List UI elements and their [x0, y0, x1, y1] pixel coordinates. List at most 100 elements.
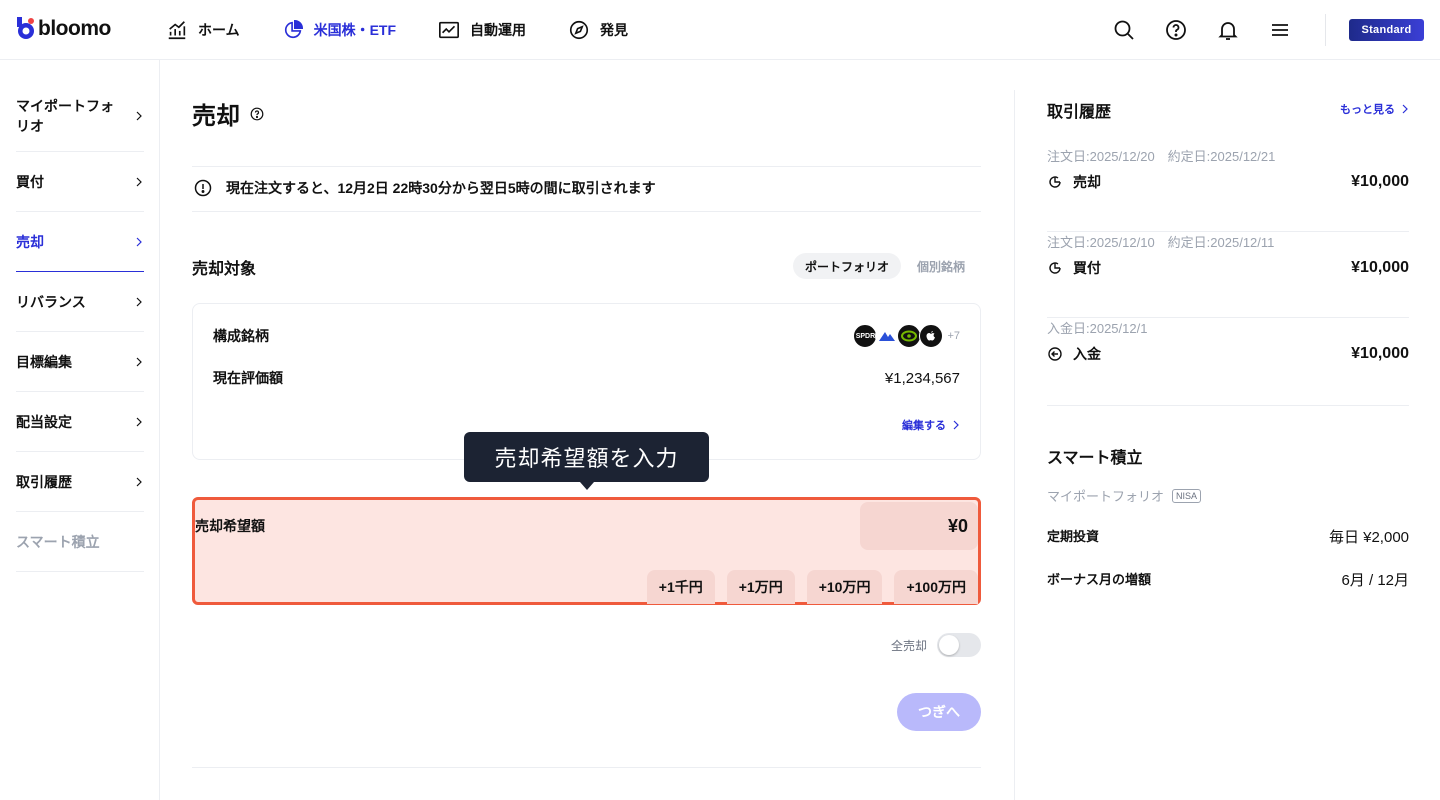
trade-history-section: 取引履歴 もっと見る 注文日:2025/12/20 約定日:2025/12/21… [1047, 98, 1409, 406]
alert-circle-icon [194, 179, 212, 197]
spdr-logo: SPDR [853, 324, 878, 348]
next-button[interactable]: つぎへ [897, 693, 981, 731]
sell-target-tabs: ポートフォリオ 個別銘柄 [793, 253, 977, 279]
history-item[interactable]: 注文日:2025/12/10 約定日:2025/12/11 買付 ¥10,000 [1047, 232, 1409, 318]
input-tooltip: 売却希望額を入力 [464, 432, 709, 490]
sidebar-item-label: 目標編集 [16, 353, 72, 370]
edit-portfolio-link[interactable]: 編集する [902, 417, 960, 433]
sell-all-toggle[interactable] [937, 633, 981, 657]
history-type-label: 売却 [1073, 174, 1101, 190]
history-item[interactable]: 注文日:2025/12/20 約定日:2025/12/21 売却 ¥10,000 [1047, 146, 1409, 232]
history-amount: ¥10,000 [1351, 173, 1409, 190]
sidebar-item-rebalance[interactable]: リバランス [16, 272, 144, 332]
history-row: 売却 ¥10,000 [1047, 172, 1409, 192]
add-1k-button[interactable]: +1千円 [646, 570, 715, 604]
add-1m-button[interactable]: +100万円 [894, 570, 978, 604]
bonus-increase-value: 6月 / 12月 [1341, 572, 1409, 589]
nav-home[interactable]: ホーム [166, 19, 240, 41]
history-item[interactable]: 入金日:2025/12/1 入金 ¥10,000 [1047, 318, 1409, 406]
history-type: 売却 [1047, 172, 1101, 192]
add-100k-button[interactable]: +10万円 [806, 570, 883, 604]
see-more-label: もっと見る [1340, 104, 1395, 116]
smart-accumulation-sub: マイポートフォリオ NISA [1047, 486, 1202, 505]
tab-individual-stock[interactable]: 個別銘柄 [905, 253, 977, 279]
sidebar: マイポートフォリオ 買付 売却 リバランス 目標編集 配当設定 取引履歴 スマー… [0, 60, 160, 800]
bonus-increase-label: ボーナス月の増額 [1047, 572, 1152, 587]
chevron-right-icon [136, 297, 142, 306]
sidebar-item-label: スマート積立 [16, 533, 100, 550]
regular-investment-label: 定期投資 [1047, 529, 1100, 544]
sidebar-item-label: 配当設定 [16, 413, 72, 430]
history-row: 入金 ¥10,000 [1047, 344, 1409, 364]
sell-amount-input[interactable]: ¥0 [860, 502, 978, 550]
help-icon[interactable] [1164, 18, 1188, 42]
buy-cycle-icon [1049, 262, 1061, 274]
nav-auto-invest-label: 自動運用 [470, 22, 527, 38]
menu-icon[interactable] [1268, 18, 1292, 42]
history-row: 買付 ¥10,000 [1047, 258, 1409, 278]
sidebar-item-sell[interactable]: 売却 [16, 212, 144, 272]
sell-all-label: 全売却 [890, 638, 927, 653]
history-amount: ¥10,000 [1351, 259, 1409, 276]
plan-badge[interactable]: Standard [1349, 19, 1424, 41]
right-panel: 取引履歴 もっと見る 注文日:2025/12/20 約定日:2025/12/21… [1014, 90, 1440, 800]
nav-auto-invest[interactable]: 自動運用 [438, 19, 526, 41]
bloomo-logo[interactable]: bloomo [16, 17, 111, 41]
chevron-right-icon [136, 237, 142, 246]
history-type-label: 入金 [1073, 346, 1101, 362]
header-actions [1112, 18, 1292, 42]
sidebar-item-label: 売却 [16, 233, 44, 250]
portfolio-name: マイポートフォリオ [1047, 489, 1165, 504]
deposit-icon [1048, 347, 1062, 361]
sell-amount-field[interactable]: 売却希望額 ¥0 +1千円 +1万円 +10万円 +100万円 [192, 497, 981, 605]
see-more-link[interactable]: もっと見る [1340, 101, 1409, 117]
main-nav: ホーム 米国株・ETF 自動運用 発見 [166, 0, 670, 60]
bonus-increase-row: ボーナス月の増額 6月 / 12月 [1047, 569, 1409, 590]
history-type: 買付 [1047, 258, 1101, 278]
sell-amount-label: 売却希望額 [195, 518, 265, 534]
help-icon[interactable] [250, 107, 264, 121]
sidebar-item-buy[interactable]: 買付 [16, 152, 144, 212]
pie-chart-icon [284, 20, 303, 39]
search-icon[interactable] [1112, 18, 1136, 42]
history-amount: ¥10,000 [1351, 345, 1409, 362]
regular-investment-row: 定期投資 毎日 ¥2,000 [1047, 526, 1409, 547]
chart-up-icon [168, 21, 186, 40]
sell-all-row: 全売却 [891, 633, 981, 657]
sidebar-item-dividend-settings[interactable]: 配当設定 [16, 392, 144, 452]
nav-us-stocks-etf[interactable]: 米国株・ETF [282, 19, 396, 41]
sell-cycle-icon [1049, 176, 1061, 188]
sidebar-item-label: 取引履歴 [16, 473, 72, 490]
increment-buttons: +1千円 +1万円 +10万円 +100万円 [646, 570, 978, 604]
holdings-row: 構成銘柄 SPDR +7 [213, 324, 960, 348]
sidebar-item-my-portfolio[interactable]: マイポートフォリオ [16, 80, 144, 152]
nav-discover[interactable]: 発見 [568, 19, 628, 41]
history-dates: 注文日:2025/12/10 約定日:2025/12/11 [1047, 235, 1275, 250]
add-10k-button[interactable]: +1万円 [726, 570, 795, 604]
tab-portfolio[interactable]: ポートフォリオ [793, 253, 902, 279]
nav-us-stocks-etf-label: 米国株・ETF [313, 22, 397, 38]
nisa-badge: NISA [1172, 488, 1202, 503]
sidebar-item-smart-accumulation[interactable]: スマート積立 [16, 512, 144, 572]
regular-investment-value: 毎日 ¥2,000 [1328, 529, 1409, 546]
divider [192, 767, 981, 768]
history-type: 入金 [1047, 344, 1101, 364]
chevron-right-icon [136, 417, 142, 426]
history-type-label: 買付 [1073, 260, 1101, 276]
order-notice: 現在注文すると、12月2日 22時30分から翌日5時の間に取引されます [194, 178, 656, 198]
sidebar-item-trade-history[interactable]: 取引履歴 [16, 452, 144, 512]
brand-name: bloomo [38, 17, 111, 40]
notice-text: 現在注文すると、12月2日 22時30分から翌日5時の間に取引されます [226, 180, 656, 196]
sell-target-title: 売却対象 [192, 261, 257, 278]
chevron-right-icon [136, 111, 142, 120]
nav-discover-label: 発見 [600, 22, 629, 38]
bell-icon[interactable] [1216, 18, 1240, 42]
valuation-value: ¥1,234,567 [884, 369, 960, 387]
chevron-right-icon [953, 420, 959, 430]
mountain-logo-icon [875, 324, 900, 348]
sidebar-item-goal-edit[interactable]: 目標編集 [16, 332, 144, 392]
history-dates: 入金日:2025/12/1 [1047, 321, 1148, 336]
chevron-right-icon [1402, 104, 1408, 114]
valuation-row: 現在評価額 ¥1,234,567 [213, 368, 960, 388]
header-divider [1325, 14, 1326, 46]
